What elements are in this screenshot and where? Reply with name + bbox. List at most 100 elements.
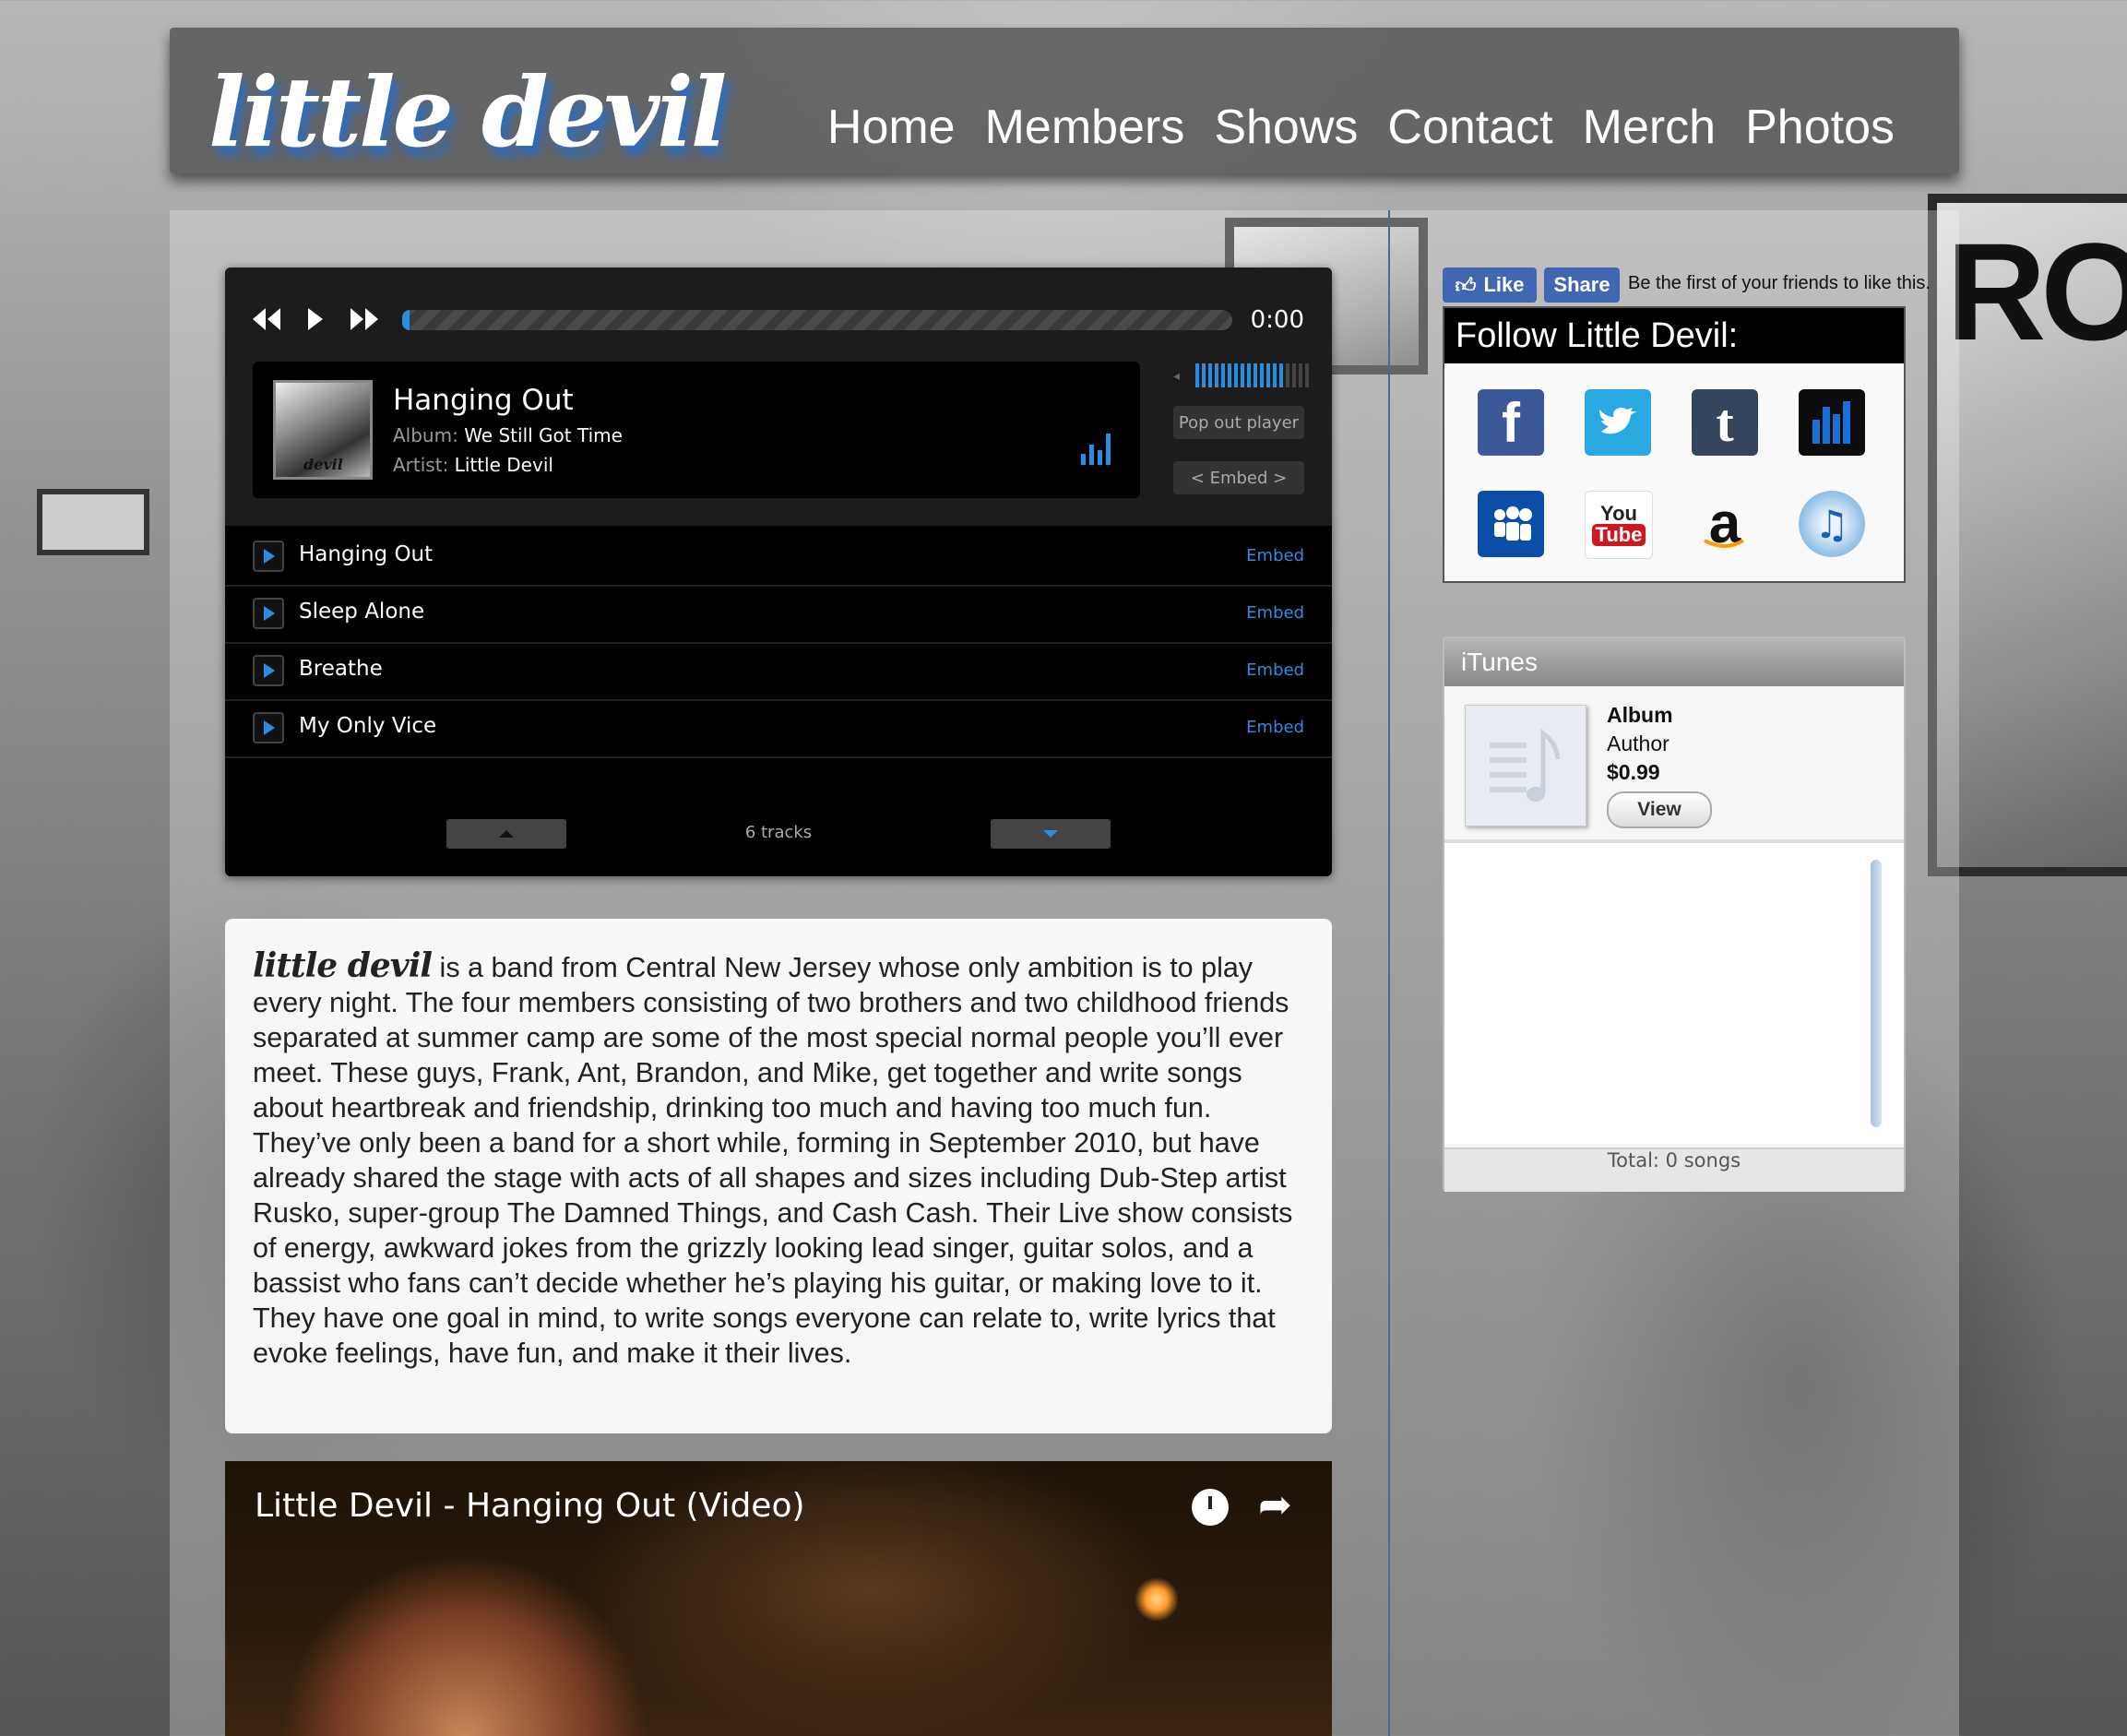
volume-level-bar [1247,363,1252,387]
now-playing: devil Hanging Out Album: We Still Got Ti… [253,362,1140,498]
amazon-icon[interactable]: a [1692,491,1758,557]
volume-level-bar [1273,363,1277,387]
volume-level-bar [1228,363,1232,387]
volume-level-bar [1234,363,1239,387]
music-player: 0:00 devil Hanging Out Album: We Still G… [225,268,1332,876]
tumblr-icon[interactable]: t [1692,389,1758,456]
track-row[interactable]: My Only Vice Embed [225,699,1332,758]
myspace-icon[interactable] [1478,491,1544,557]
volume-level-bar [1299,363,1303,387]
play-icon[interactable] [304,304,327,340]
itunes-song-list[interactable] [1444,843,1904,1144]
volume-level-bar [1286,363,1290,387]
itunes-heading: iTunes [1444,638,1904,686]
itunes-icon[interactable]: ♫ [1799,491,1865,557]
itunes-author: Author [1607,731,1670,755]
track-row[interactable]: Hanging Out Embed [225,528,1332,587]
now-playing-artist: Artist: Little Devil [393,454,553,476]
volume-level-bar [1221,363,1226,387]
nav-photos[interactable]: Photos [1745,100,1895,155]
track-play-icon[interactable] [253,655,284,686]
watch-later-icon[interactable] [1192,1489,1229,1526]
fast-forward-icon[interactable] [349,304,380,340]
youtube-icon-text-you: You [1600,502,1637,525]
itunes-total: Total: 0 songs [1444,1147,1904,1192]
twitter-icon[interactable] [1585,389,1651,456]
nav-merch[interactable]: Merch [1583,100,1716,155]
now-playing-album: Album: We Still Got Time [393,424,623,446]
chevron-down-icon [1043,830,1058,838]
volume-level-bar [1305,363,1310,387]
album-label: Album: [393,424,458,446]
speaker-icon: ◂ [1173,367,1181,383]
volume-level-bar [1202,363,1206,387]
like-label: Like [1483,273,1525,296]
track-count: 6 tracks [744,823,813,842]
bio-brand: little devil [253,946,433,985]
embed-button[interactable]: < Embed > [1173,461,1304,494]
thumbs-up-icon: 👍︎ [1455,273,1477,297]
now-playing-title: Hanging Out [393,384,574,417]
track-title[interactable]: Sleep Alone [299,600,424,624]
nav-members[interactable]: Members [985,100,1185,155]
pop-out-player-button[interactable]: Pop out player [1173,406,1304,439]
album-cover: devil [273,380,373,480]
volume-level-bar [1241,363,1245,387]
facebook-icon[interactable]: f [1478,389,1544,456]
itunes-widget: iTunes Album Author $0.99 View Total: 0 … [1443,636,1906,1192]
track-row[interactable]: Breathe Embed [225,642,1332,701]
volume-level-bar [1254,363,1258,387]
volume-level-bar [1279,363,1284,387]
track-title[interactable]: My Only Vice [299,714,436,738]
volume-level-bar [1195,363,1200,387]
video-title[interactable]: Little Devil - Hanging Out (Video) [255,1487,805,1525]
scrollbar[interactable] [1871,860,1882,1127]
bio-text: little devil is a band from Central New … [253,946,1313,1371]
track-play-icon[interactable] [253,712,284,743]
track-embed-link[interactable]: Embed [1246,603,1304,623]
background-poster-lettering: RO [1946,214,2127,369]
volume-level-bar [1292,363,1297,387]
column-divider [1388,210,1390,1736]
youtube-icon-text-tube: Tube [1591,524,1646,546]
nav-home[interactable]: Home [827,100,956,155]
artist-label: Artist: [393,454,449,476]
track-title[interactable]: Hanging Out [299,542,433,566]
video-embed[interactable]: Little Devil - Hanging Out (Video) ➦ [225,1461,1332,1736]
album-art-placeholder-icon [1465,705,1586,826]
track-embed-link[interactable]: Embed [1246,660,1304,680]
volume-level-bar [1215,363,1219,387]
track-embed-link[interactable]: Embed [1246,718,1304,737]
site-header: little devil Home Members Shows Contact … [170,28,1959,173]
equalizer-icon [1081,434,1111,465]
itunes-view-button[interactable]: View [1607,791,1712,828]
site-logo[interactable]: little devil [208,55,727,169]
follow-widget: Follow Little Devil: f t You Tube a ♫ [1443,306,1906,583]
scroll-down-button[interactable] [991,819,1111,849]
background-frame [37,489,149,555]
nav-contact[interactable]: Contact [1387,100,1552,155]
volume-slider[interactable]: ◂ [1173,363,1310,387]
artist-name: Little Devil [454,454,553,476]
track-play-icon[interactable] [253,598,284,629]
track-title[interactable]: Breathe [299,657,383,681]
album-name: We Still Got Time [464,424,623,446]
share-icon[interactable]: ➦ [1258,1481,1292,1528]
nav-shows[interactable]: Shows [1214,100,1358,155]
track-embed-link[interactable]: Embed [1246,546,1304,565]
itunes-price: $0.99 [1607,760,1660,784]
progress-bar[interactable] [402,310,1232,330]
follow-heading: Follow Little Devil: [1444,308,1904,363]
album-cover-text: devil [303,456,343,473]
rewind-icon[interactable] [251,304,282,340]
facebook-like-button[interactable]: 👍︎ Like [1443,268,1537,303]
facebook-like-text: Be the first of your friends to like thi… [1628,273,1931,293]
band-bio: little devil is a band from Central New … [225,919,1332,1433]
track-row[interactable]: Sleep Alone Embed [225,585,1332,644]
bio-body: is a band from Central New Jersey whose … [253,952,1293,1369]
reverbnation-icon[interactable] [1799,389,1865,456]
facebook-share-button[interactable]: Share [1544,268,1620,303]
youtube-icon[interactable]: You Tube [1585,491,1653,559]
track-play-icon[interactable] [253,541,284,572]
itunes-album: Album [1607,703,1673,727]
